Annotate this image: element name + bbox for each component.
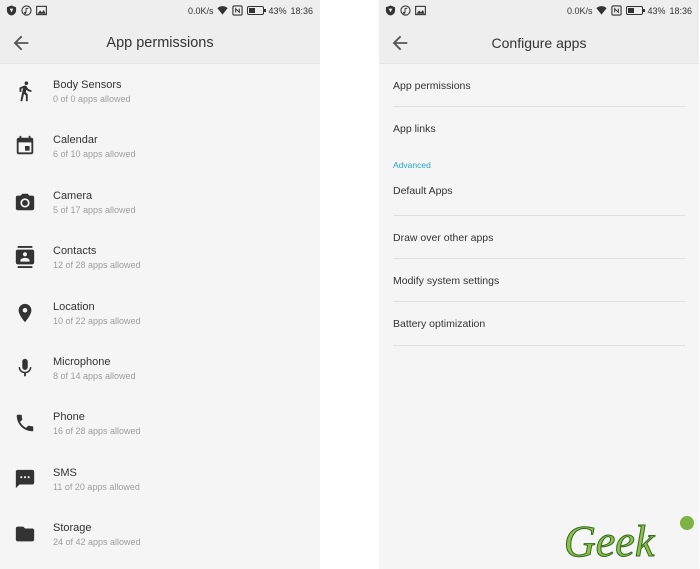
menu-item-label: Default Apps xyxy=(393,184,453,197)
menu-item-label: Modify system settings xyxy=(393,275,500,288)
permission-name: Body Sensors xyxy=(53,79,122,91)
permission-name: Location xyxy=(53,300,95,313)
network-speed: 0.0K/s xyxy=(566,5,593,16)
body-sensors-icon xyxy=(14,80,36,102)
menu-item-label: Draw over other apps xyxy=(393,231,494,244)
permission-name: Camera xyxy=(53,189,93,202)
music-note-icon xyxy=(21,5,32,16)
permission-item-location[interactable]: Location 10 of 22 apps allowed xyxy=(0,286,320,341)
network-speed: 0.0K/s xyxy=(187,5,214,16)
permission-count: 24 of 42 apps allowed xyxy=(53,537,141,548)
image-icon xyxy=(36,5,47,16)
menu-item-app-permissions[interactable]: App permissions xyxy=(393,64,685,108)
contacts-icon xyxy=(14,246,36,269)
wifi-icon xyxy=(217,5,228,16)
nfc-icon xyxy=(232,5,244,16)
permission-name: SMS xyxy=(53,466,77,479)
page-title: Configure apps xyxy=(491,35,587,51)
permission-count: 12 of 28 apps allowed xyxy=(53,260,141,271)
permission-count: 8 of 14 apps allowed xyxy=(53,370,136,381)
camera-icon xyxy=(14,191,36,213)
permission-item-calendar[interactable]: Calendar 6 of 10 apps allowed xyxy=(0,119,320,174)
shield-icon xyxy=(385,5,396,16)
permission-count: 5 of 17 apps allowed xyxy=(53,204,136,215)
menu-item-battery-optimization[interactable]: Battery optimization xyxy=(393,302,685,346)
permission-item-sms[interactable]: SMS 11 of 20 apps allowed xyxy=(0,452,320,507)
storage-icon xyxy=(14,523,36,545)
battery-icon xyxy=(247,6,267,15)
music-note-icon xyxy=(400,5,411,16)
sms-icon xyxy=(14,468,36,490)
permission-item-microphone[interactable]: Microphone 8 of 14 apps allowed xyxy=(0,341,320,396)
permissions-list: Body Sensors 0 of 0 apps allowed Calenda… xyxy=(0,64,320,563)
menu-item-default-apps[interactable]: Default Apps xyxy=(393,173,685,216)
status-bar: 0.0K/s 43% 18:36 xyxy=(0,0,320,22)
status-bar: 0.0K/s 43% 18:36 xyxy=(379,0,699,22)
permission-item-storage[interactable]: Storage 24 of 42 apps allowed xyxy=(0,507,320,562)
section-header-label: Advanced xyxy=(393,159,431,170)
wifi-icon xyxy=(596,5,607,16)
geek-watermark-logo: Geek xyxy=(562,510,697,567)
menu-item-app-links[interactable]: App links xyxy=(393,107,685,150)
permission-item-camera[interactable]: Camera 5 of 17 apps allowed xyxy=(0,175,320,230)
permission-item-contacts[interactable]: Contacts 12 of 28 apps allowed xyxy=(0,230,320,285)
menu-item-label: Battery optimization xyxy=(393,318,486,331)
clock: 18:36 xyxy=(290,5,313,16)
app-bar: App permissions xyxy=(0,22,320,64)
watermark-text: Geek xyxy=(564,517,656,565)
permission-count: 6 of 10 apps allowed xyxy=(53,149,136,160)
permission-name: Microphone xyxy=(53,355,111,368)
menu-item-modify-system-settings[interactable]: Modify system settings xyxy=(393,259,685,303)
shield-icon xyxy=(6,5,17,16)
permission-count: 0 of 0 apps allowed xyxy=(53,94,131,104)
configure-apps-screen: 0.0K/s 43% 18:36 Configure apps App perm… xyxy=(379,0,699,569)
menu-item-label: App links xyxy=(393,123,436,136)
permission-item-body-sensors[interactable]: Body Sensors 0 of 0 apps allowed xyxy=(0,64,320,119)
permission-name: Contacts xyxy=(53,245,97,258)
permission-name: Storage xyxy=(53,522,92,535)
permission-item-phone[interactable]: Phone 16 of 28 apps allowed xyxy=(0,396,320,451)
permission-count: 16 of 28 apps allowed xyxy=(53,426,141,437)
microphone-icon xyxy=(14,357,36,379)
configure-apps-list: App permissions App links Advanced Defau… xyxy=(379,64,699,346)
nfc-icon xyxy=(611,5,623,16)
permission-name: Phone xyxy=(53,411,85,424)
app-permissions-screen: 0.0K/s 43% 18:36 App permissions Body Se… xyxy=(0,0,320,569)
image-icon xyxy=(415,5,426,16)
app-bar: Configure apps xyxy=(379,22,699,64)
battery-percent: 43% xyxy=(647,5,666,16)
page-title: App permissions xyxy=(106,35,214,51)
permission-count: 11 of 20 apps allowed xyxy=(53,481,140,492)
clock: 18:36 xyxy=(669,5,692,16)
phone-icon xyxy=(14,412,36,434)
battery-percent: 43% xyxy=(268,5,287,16)
section-header-advanced: Advanced xyxy=(393,151,685,173)
location-icon xyxy=(14,302,36,324)
menu-item-draw-over-other-apps[interactable]: Draw over other apps xyxy=(393,216,685,260)
battery-icon xyxy=(626,6,646,15)
menu-item-label: App permissions xyxy=(393,80,471,92)
permission-count: 10 of 22 apps allowed xyxy=(53,315,141,326)
permission-name: Calendar xyxy=(53,134,98,147)
calendar-icon xyxy=(14,135,36,157)
